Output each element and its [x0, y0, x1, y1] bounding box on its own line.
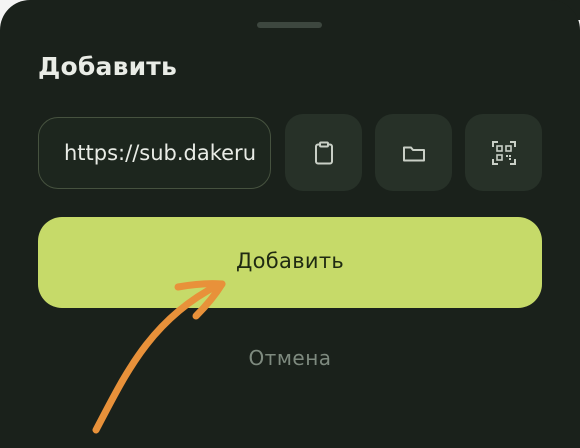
paste-button[interactable]: [285, 114, 362, 191]
qr-scan-icon: [491, 140, 516, 165]
bottom-sheet: Добавить https://sub.dakeru Добавить Отм…: [0, 0, 580, 448]
scan-qr-button[interactable]: [465, 114, 542, 191]
folder-icon: [402, 146, 425, 161]
add-button[interactable]: Добавить: [38, 217, 542, 308]
url-input-value: https://sub.dakeru: [64, 141, 257, 165]
sheet-title: Добавить: [38, 52, 178, 81]
add-button-label: Добавить: [235, 248, 345, 273]
subscription-url-input[interactable]: https://sub.dakeru: [38, 117, 271, 189]
drag-handle[interactable]: [257, 22, 322, 28]
open-file-button[interactable]: [375, 114, 452, 191]
clipboard-icon: [314, 141, 333, 164]
cancel-button[interactable]: Отмена: [0, 346, 580, 370]
